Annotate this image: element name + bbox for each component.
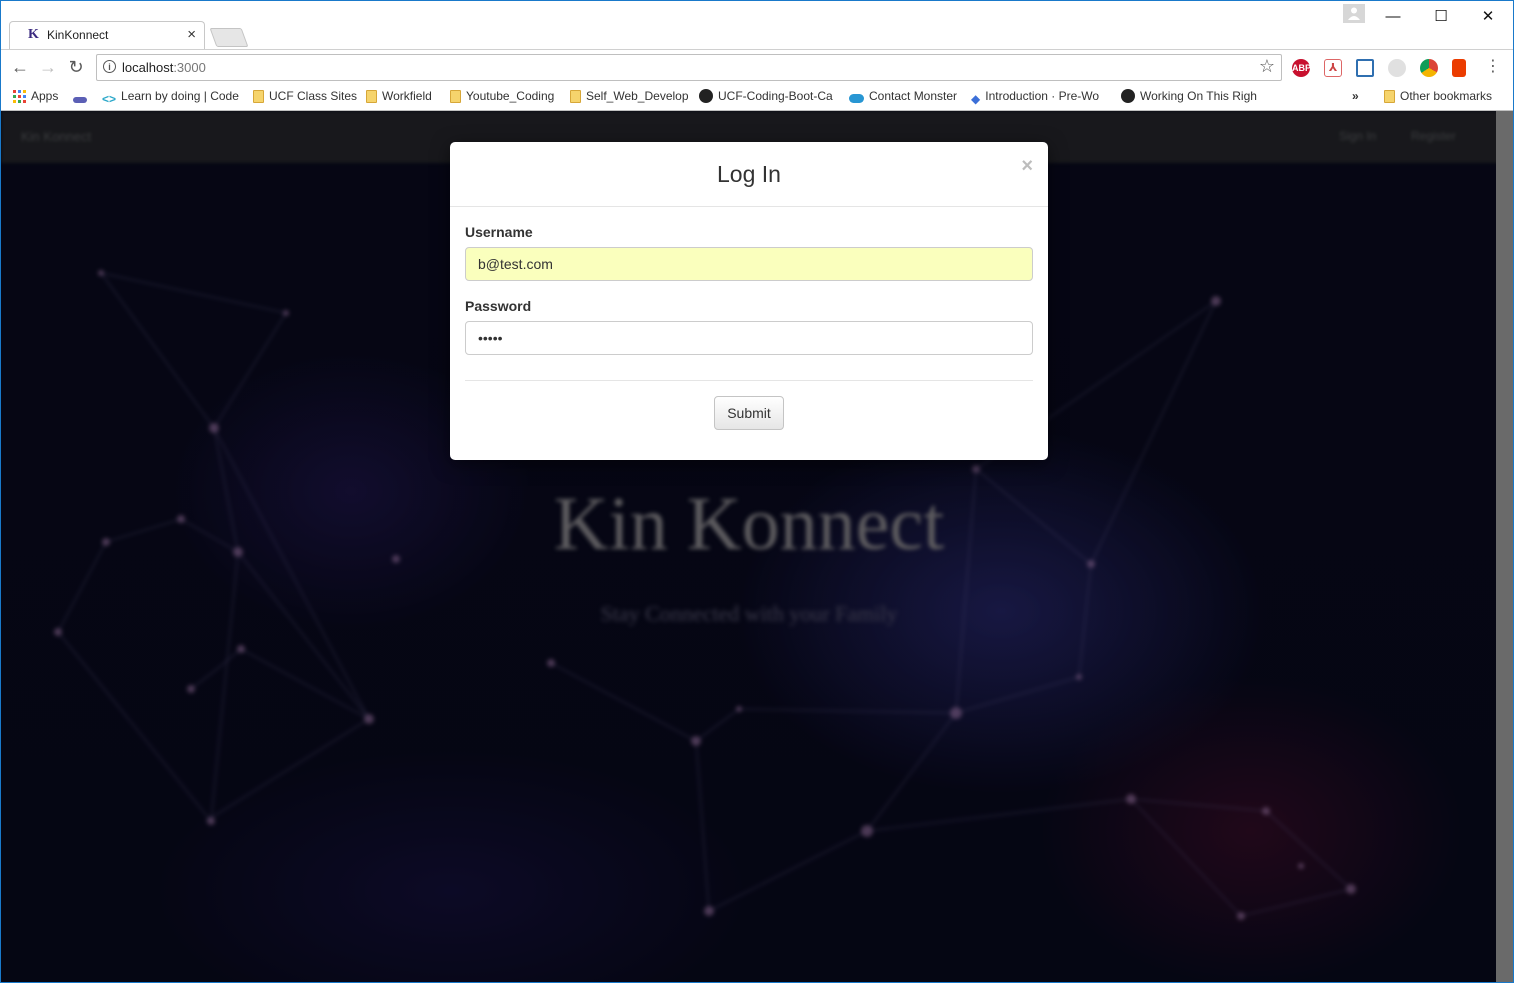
bookmark-label: Workfield — [382, 89, 432, 103]
layers-icon: ◆ — [971, 92, 981, 106]
browser-toolbar: ← → ↻ i localhost:3000 ☆ ABP ⅄ ⋮ — [1, 49, 1513, 86]
bookmark-workfield[interactable]: Workfield — [366, 89, 432, 106]
bookmark-label: UCF Class Sites — [269, 89, 358, 103]
apps-grid-icon — [13, 90, 26, 103]
tab-title: KinKonnect — [47, 28, 109, 42]
page-scrollbar[interactable] — [1496, 111, 1513, 982]
tab-kinkonnect[interactable]: K KinKonnect × — [9, 21, 205, 49]
browser-window: K KinKonnect × — ☐ ✕ ← → ↻ i localhost:3… — [0, 0, 1514, 983]
login-modal: Log In × Username Password Submit — [450, 142, 1048, 460]
folder-icon — [366, 90, 377, 103]
address-url: localhost:3000 — [122, 60, 206, 75]
bookmark-working-on-this[interactable]: Working On This Righ — [1121, 89, 1259, 106]
github-icon — [699, 89, 713, 103]
bookmark-ucf-coding-boot-camp[interactable]: UCF-Coding-Boot-Ca — [699, 89, 837, 106]
new-tab-button[interactable] — [209, 28, 249, 47]
folder-icon — [570, 90, 581, 103]
person-icon — [1348, 7, 1360, 20]
bookmark-label: Contact Monster — [869, 89, 958, 103]
bookmark-introduction-pre-work[interactable]: ◆ Introduction · Pre-Wo — [971, 89, 1109, 106]
screenshot-extension-icon[interactable] — [1356, 59, 1374, 77]
code-icon: <> — [102, 92, 117, 106]
adblock-extension-icon[interactable]: ABP — [1292, 59, 1311, 77]
bookmark-star-icon[interactable]: ☆ — [1259, 56, 1275, 77]
office-extension-icon[interactable] — [1452, 59, 1466, 77]
profile-button[interactable] — [1343, 4, 1365, 23]
maximize-button[interactable]: ☐ — [1418, 5, 1464, 29]
close-window-button[interactable]: ✕ — [1465, 5, 1511, 29]
address-bar[interactable]: i localhost:3000 ☆ — [96, 54, 1282, 81]
menu-icon[interactable]: ⋮ — [1482, 56, 1504, 78]
submit-button[interactable]: Submit — [714, 396, 784, 430]
bookmark-other-bookmarks[interactable]: Other bookmarks — [1384, 89, 1492, 106]
password-label: Password — [465, 298, 532, 314]
password-field[interactable] — [465, 321, 1033, 355]
pdf-extension-icon[interactable]: ⅄ — [1324, 59, 1342, 77]
cloud-icon — [849, 94, 864, 103]
reload-icon[interactable]: ↻ — [65, 56, 87, 78]
bookmark-youtube-coding[interactable]: Youtube_Coding — [450, 89, 554, 106]
bookmark-label: Self_Web_Develop — [586, 89, 689, 103]
extension-icon[interactable] — [1388, 59, 1406, 77]
page-viewport: Kin Konnect Sign In Register Kin Konnect… — [1, 111, 1513, 982]
chrome-extension-icon[interactable] — [1420, 59, 1438, 77]
username-field[interactable] — [465, 247, 1033, 281]
bookmarks-bar: Apps <> Learn by doing | Code UCF Class S… — [1, 85, 1513, 111]
minimize-button[interactable]: — — [1370, 5, 1416, 29]
bookmark-contact-monster[interactable]: Contact Monster — [849, 89, 957, 106]
folder-icon — [450, 90, 461, 103]
modal-close-icon[interactable]: × — [1021, 155, 1033, 178]
bookmark-link[interactable] — [73, 89, 92, 106]
bookmark-apps[interactable]: Apps — [13, 89, 58, 106]
bookmark-learn-by-doing[interactable]: <> Learn by doing | Code — [102, 89, 240, 106]
bookmarks-overflow-chevron-icon[interactable]: » — [1352, 89, 1359, 106]
bookmark-label: Youtube_Coding — [466, 89, 555, 103]
github-icon — [1121, 89, 1135, 103]
forward-icon[interactable]: → — [37, 56, 59, 78]
back-icon[interactable]: ← — [9, 56, 31, 78]
bookmark-self-web-develop[interactable]: Self_Web_Develop — [570, 89, 689, 106]
bookmark-label: Other bookmarks — [1400, 89, 1493, 103]
tab-close-icon[interactable]: × — [187, 26, 196, 43]
favicon-icon: K — [28, 27, 39, 42]
bookmark-label: Working On This Righ — [1140, 89, 1257, 103]
tab-strip: K KinKonnect × — ☐ ✕ — [1, 1, 1513, 49]
folder-icon — [253, 90, 264, 103]
bookmark-label: Apps — [31, 89, 59, 103]
username-label: Username — [465, 224, 533, 240]
modal-title: Log In — [717, 161, 781, 187]
bookmark-ucf-class-sites[interactable]: UCF Class Sites — [253, 89, 357, 106]
site-info-icon[interactable]: i — [103, 60, 116, 73]
bookmark-label: UCF-Coding-Boot-Ca — [718, 89, 833, 103]
modal-footer-divider — [465, 380, 1033, 381]
folder-icon — [1384, 90, 1395, 103]
link-icon — [73, 97, 87, 103]
bookmark-label: Learn by doing | Code — [121, 89, 239, 103]
modal-header: Log In × — [450, 142, 1048, 207]
bookmark-label: Introduction · Pre-Wo — [985, 89, 1100, 103]
